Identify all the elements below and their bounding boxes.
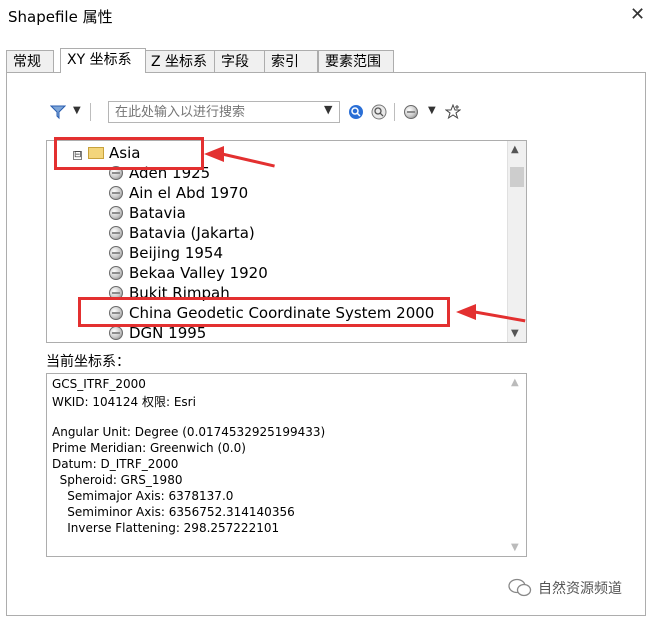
detail-line: Semiminor Axis: 6356752.314140356 bbox=[52, 505, 295, 519]
detail-line: GCS_ITRF_2000 bbox=[52, 377, 146, 391]
tree-item-label: Batavia (Jakarta) bbox=[129, 224, 255, 242]
tree-item[interactable]: Batavia bbox=[109, 204, 186, 222]
globe-icon[interactable] bbox=[404, 105, 418, 119]
tree-item-label: Batavia bbox=[129, 204, 186, 222]
globe-icon bbox=[109, 246, 123, 260]
tab-bar: 常规 XY 坐标系 Z 坐标系 字段 索引 要素范围 bbox=[6, 48, 646, 73]
globe-icon bbox=[109, 226, 123, 240]
tab-fields[interactable]: 字段 bbox=[214, 50, 266, 72]
detail-line: Datum: D_ITRF_2000 bbox=[52, 457, 179, 471]
tree-item[interactable]: Ain el Abd 1970 bbox=[109, 184, 248, 202]
search-icon[interactable] bbox=[348, 104, 364, 120]
details-scrollbar[interactable]: ▲ ▼ bbox=[508, 374, 526, 556]
detail-line: Semimajor Axis: 6378137.0 bbox=[52, 489, 234, 503]
tree-item[interactable]: Bekaa Valley 1920 bbox=[109, 264, 268, 282]
filter-dropdown-icon[interactable]: ▼ bbox=[73, 105, 81, 116]
annotation-box-asia bbox=[54, 137, 204, 170]
globe-icon bbox=[109, 186, 123, 200]
scroll-down-icon[interactable]: ▼ bbox=[511, 542, 519, 553]
window-title: Shapefile 属性 bbox=[8, 8, 113, 26]
detail-line: Spheroid: GRS_1980 bbox=[52, 473, 183, 487]
tree-scrollbar[interactable]: ▲ ▼ bbox=[507, 141, 526, 342]
wechat-icon bbox=[508, 578, 532, 597]
tab-xy-coordinate-system[interactable]: XY 坐标系 bbox=[60, 48, 146, 73]
tab-general[interactable]: 常规 bbox=[6, 50, 54, 72]
scroll-down-icon[interactable]: ▼ bbox=[511, 328, 519, 339]
globe-icon bbox=[109, 326, 123, 340]
annotation-box-cgcs2000 bbox=[78, 297, 450, 327]
tree-item[interactable]: Batavia (Jakarta) bbox=[109, 224, 255, 242]
search-input[interactable] bbox=[108, 101, 340, 123]
current-crs-label: 当前坐标系： bbox=[46, 354, 130, 370]
tree-item-label: Beijing 1954 bbox=[129, 244, 223, 262]
tab-z-coordinate-system[interactable]: Z 坐标系 bbox=[144, 50, 216, 72]
detail-line: WKID: 104124 权限: Esri bbox=[52, 395, 196, 409]
detail-line: Inverse Flattening: 298.257222101 bbox=[52, 521, 280, 535]
watermark-text: 自然资源频道 bbox=[538, 581, 622, 597]
detail-line: Prime Meridian: Greenwich (0.0) bbox=[52, 441, 246, 455]
detail-line: Angular Unit: Degree (0.0174532925199433… bbox=[52, 425, 326, 439]
search-dropdown-icon[interactable]: ▼ bbox=[324, 103, 332, 116]
current-crs-details: GCS_ITRF_2000 WKID: 104124 权限: Esri Angu… bbox=[46, 373, 527, 557]
scroll-up-icon[interactable]: ▲ bbox=[511, 377, 519, 388]
globe-dropdown-icon[interactable]: ▼ bbox=[428, 105, 436, 116]
tab-indexes[interactable]: 索引 bbox=[264, 50, 318, 72]
tree-item-label: Bekaa Valley 1920 bbox=[129, 264, 268, 282]
clear-search-icon[interactable] bbox=[371, 104, 387, 120]
globe-icon bbox=[109, 206, 123, 220]
add-favorite-icon[interactable] bbox=[445, 104, 461, 120]
close-icon[interactable]: ✕ bbox=[630, 4, 645, 25]
tree-item-label: Ain el Abd 1970 bbox=[129, 184, 249, 202]
globe-icon bbox=[109, 266, 123, 280]
tree-item[interactable]: Beijing 1954 bbox=[109, 244, 223, 262]
tab-feature-extent[interactable]: 要素范围 bbox=[318, 50, 394, 72]
scrollbar-thumb[interactable] bbox=[510, 167, 524, 187]
scroll-up-icon[interactable]: ▲ bbox=[511, 144, 519, 155]
toolbar-separator bbox=[90, 103, 91, 121]
filter-icon[interactable] bbox=[50, 104, 66, 120]
toolbar-separator bbox=[394, 103, 395, 121]
